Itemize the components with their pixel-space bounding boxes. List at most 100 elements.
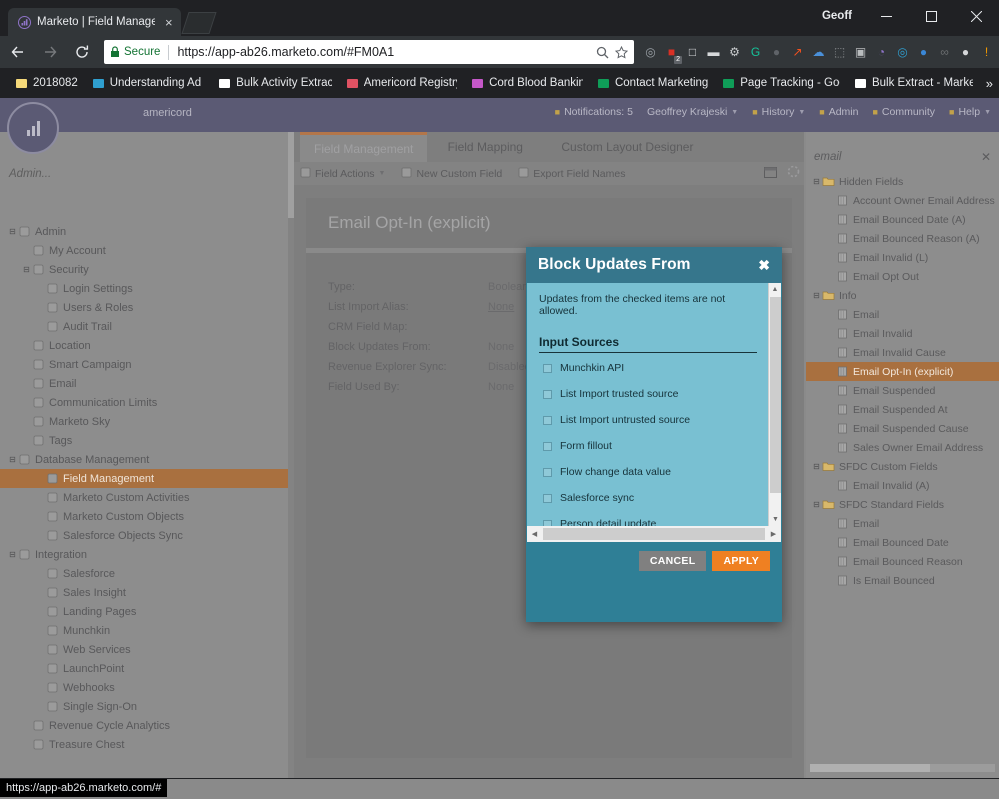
sidebar-item-location[interactable]: Location [0, 336, 294, 355]
sidebar-item-single-sign-on[interactable]: Single Sign-On [0, 697, 294, 716]
field-actions-button[interactable]: Field Actions ▼ [300, 167, 385, 181]
reload-button[interactable] [68, 38, 96, 66]
tab-field-mapping[interactable]: Field Mapping [434, 132, 537, 162]
dialog-hscrollbar[interactable]: ◀ ▶ [527, 526, 781, 542]
field-tree-item[interactable]: Email [806, 514, 999, 533]
topnav-history[interactable]: ■ History ▼ [752, 106, 805, 118]
sidebar-item-marketo-sky[interactable]: Marketo Sky [0, 412, 294, 431]
expander-icon[interactable]: ⊟ [812, 291, 821, 300]
bookmark-item[interactable]: Bulk Extract - Marketo [847, 71, 980, 95]
sidebar-item-my-account[interactable]: My Account [0, 241, 294, 260]
field-tree-item[interactable]: Sales Owner Email Address [806, 438, 999, 457]
scroll-up-icon[interactable]: ▲ [769, 283, 781, 296]
forward-button[interactable] [36, 38, 64, 66]
scroll-right-icon[interactable]: ▶ [766, 530, 781, 538]
input-source-row[interactable]: Salesforce sync [539, 487, 747, 509]
sidebar-item-web-services[interactable]: Web Services [0, 640, 294, 659]
checkbox[interactable] [543, 467, 552, 477]
bookmark-item[interactable]: Americord Registry - [339, 71, 464, 95]
field-tree-item[interactable]: Email Invalid [806, 324, 999, 343]
new-tab-button[interactable] [181, 12, 217, 34]
marketo-logo[interactable] [7, 102, 59, 154]
field-tree-item[interactable]: Email Invalid (L) [806, 248, 999, 267]
expander-icon[interactable]: ⊟ [8, 550, 17, 559]
bookmark-item[interactable]: Contact Marketing D [590, 71, 715, 95]
sidebar-item-admin[interactable]: ⊟ Admin [0, 222, 294, 241]
field-tree-item[interactable]: Email Opt-In (explicit) [806, 362, 999, 381]
sidebar-item-revenue-cycle-analytics[interactable]: Revenue Cycle Analytics [0, 716, 294, 735]
apply-button[interactable]: APPLY [712, 551, 770, 571]
field-tree-item[interactable]: Email Bounced Date (A) [806, 210, 999, 229]
checkbox[interactable] [543, 441, 552, 451]
tab-field-management[interactable]: Field Management [300, 132, 428, 162]
bookmark-item[interactable]: Page Tracking - Goog [715, 71, 847, 95]
sidebar-item-field-management[interactable]: Field Management [0, 469, 294, 488]
expander-icon[interactable]: ⊟ [812, 177, 821, 186]
field-tree-item[interactable]: ⊟ SFDC Custom Fields [806, 457, 999, 476]
sidebar-item-launchpoint[interactable]: LaunchPoint [0, 659, 294, 678]
field-tree-item[interactable]: Email [806, 305, 999, 324]
bookmark-star-icon[interactable] [615, 45, 628, 59]
url-text[interactable]: https://app-ab26.marketo.com/#FM0A1 [177, 45, 590, 59]
maximize-icon[interactable] [909, 0, 954, 32]
sidebar-item-email[interactable]: Email [0, 374, 294, 393]
compass-extension[interactable]: ◎ [640, 42, 661, 63]
sidebar-item-treasure-chest[interactable]: Treasure Chest [0, 735, 294, 754]
checkbox[interactable] [543, 363, 552, 373]
checkbox[interactable] [543, 389, 552, 399]
field-property-value[interactable]: None [488, 297, 514, 317]
field-tree-item[interactable]: Email Suspended [806, 381, 999, 400]
field-tree-item[interactable]: Email Suspended Cause [806, 419, 999, 438]
expander-icon[interactable]: ⊟ [812, 462, 821, 471]
window-user-label[interactable]: Geoff [810, 10, 864, 22]
address-bar[interactable]: Secure https://app-ab26.marketo.com/#FM0… [104, 40, 634, 64]
sidebar-item-integration[interactable]: ⊟ Integration [0, 545, 294, 564]
new-field-button[interactable]: New Custom Field [401, 167, 502, 181]
field-tree-item[interactable]: Email Opt Out [806, 267, 999, 286]
refresh-icon[interactable] [787, 165, 800, 183]
field-tree-item[interactable]: ⊟ Hidden Fields [806, 172, 999, 191]
topnav-geoffrey-krajeski[interactable]: Geoffrey Krajeski ▼ [647, 106, 738, 118]
gear-extension[interactable]: ⚙ [724, 42, 745, 63]
checkbox[interactable] [543, 493, 552, 503]
tab-custom-layout-designer[interactable]: Custom Layout Designer [547, 132, 707, 162]
bookmarks-overflow-button[interactable]: » [980, 76, 999, 91]
close-icon[interactable] [954, 0, 999, 32]
export-button[interactable]: Export Field Names [518, 167, 625, 181]
topnav-help[interactable]: ■ Help ▼ [949, 106, 991, 118]
field-tree-item[interactable]: Email Bounced Reason (A) [806, 229, 999, 248]
sidebar-item-users-roles[interactable]: Users & Roles [0, 298, 294, 317]
sidebar-item-database-management[interactable]: ⊟ Database Management [0, 450, 294, 469]
bookmark-item[interactable]: Understanding Ad Br [85, 71, 211, 95]
window-icon[interactable] [764, 165, 777, 183]
field-tree-item[interactable]: Account Owner Email Address [806, 191, 999, 210]
input-source-row[interactable]: Flow change data value [539, 461, 747, 483]
bookmark-item[interactable]: Cord Blood Banking, [464, 71, 590, 95]
lastpass-extension[interactable]: □ [682, 42, 703, 63]
dialog-vscroll-thumb[interactable] [770, 297, 781, 493]
cast-extension[interactable]: ⬚ [829, 42, 850, 63]
dialog-close-icon[interactable]: ✖ [758, 257, 770, 274]
bookmark-item[interactable]: Bulk Activity Extract - [211, 71, 339, 95]
screenshot-extension[interactable]: ▣ [850, 42, 871, 63]
sidebar-item-webhooks[interactable]: Webhooks [0, 678, 294, 697]
dark-circle-extension[interactable]: ● [766, 42, 787, 63]
field-tree-item[interactable]: ⊟ SFDC Standard Fields [806, 495, 999, 514]
light-circle-extension[interactable]: ● [955, 42, 976, 63]
sidebar-item-munchkin[interactable]: Munchkin [0, 621, 294, 640]
sidebar-item-marketo-custom-activities[interactable]: Marketo Custom Activities [0, 488, 294, 507]
target-extension[interactable]: ◎ [892, 42, 913, 63]
glasses-extension[interactable]: ∞ [934, 42, 955, 63]
browser-tab[interactable]: Marketo | Field Managem × [8, 8, 181, 36]
sidebar-item-salesforce[interactable]: Salesforce [0, 564, 294, 583]
field-tree-item[interactable]: Email Suspended At [806, 400, 999, 419]
dialog-hscroll-thumb[interactable] [543, 528, 765, 540]
sidebar-item-marketo-custom-objects[interactable]: Marketo Custom Objects [0, 507, 294, 526]
scroll-left-icon[interactable]: ◀ [527, 530, 542, 538]
sidebar-item-communication-limits[interactable]: Communication Limits [0, 393, 294, 412]
sidebar-item-login-settings[interactable]: Login Settings [0, 279, 294, 298]
alert-extension[interactable]: ! [976, 42, 997, 63]
input-source-row[interactable]: List Import untrusted source [539, 409, 747, 431]
sidebar-item-security[interactable]: ⊟ Security [0, 260, 294, 279]
truck-extension[interactable]: ▬ [703, 42, 724, 63]
